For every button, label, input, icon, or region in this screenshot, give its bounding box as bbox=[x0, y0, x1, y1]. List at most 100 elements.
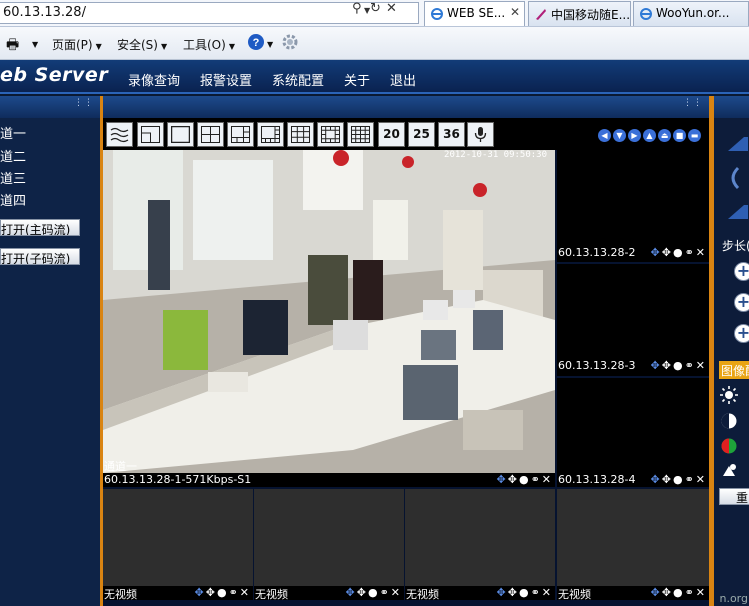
channel-item-3[interactable]: 道三 bbox=[0, 168, 26, 187]
layout-36-button[interactable]: 36 bbox=[438, 122, 465, 147]
alarm-icon[interactable]: ✥ bbox=[497, 473, 508, 486]
close-icon[interactable]: ✕ bbox=[391, 586, 402, 599]
gear-icon[interactable] bbox=[281, 33, 299, 54]
motion-icon[interactable]: ✥ bbox=[508, 473, 519, 486]
close-icon[interactable]: ✕ bbox=[542, 586, 553, 599]
menu-alarm-settings[interactable]: 报警设置 bbox=[200, 70, 252, 89]
reset-button[interactable]: 重 bbox=[719, 488, 749, 505]
saturation-icon[interactable] bbox=[720, 437, 738, 455]
tools-menu[interactable]: 工具(O) ▼ bbox=[183, 36, 235, 53]
record-icon[interactable]: ● bbox=[673, 246, 685, 259]
audio-icon[interactable]: ⚭ bbox=[685, 246, 696, 259]
layout-16-button[interactable] bbox=[347, 122, 374, 147]
record-icon[interactable]: ● bbox=[519, 473, 531, 486]
video-cell-6[interactable]: 无视频 ✥✥●⚭✕ bbox=[254, 489, 404, 600]
record-icon[interactable]: ● bbox=[673, 359, 685, 372]
record-icon[interactable]: ● bbox=[673, 473, 685, 486]
ptz-down-arrow-icon[interactable] bbox=[724, 199, 748, 223]
ptz-down-icon[interactable]: ▼ bbox=[613, 129, 626, 142]
video-cell-5[interactable]: 无视频 ✥✥●⚭✕ bbox=[103, 489, 253, 600]
layout-fullscreen-button[interactable] bbox=[106, 122, 133, 147]
chevron-down-icon[interactable]: ▼ bbox=[267, 40, 273, 49]
alarm-icon[interactable]: ✥ bbox=[651, 586, 662, 599]
layout-pip-button[interactable] bbox=[137, 122, 164, 147]
layout-9-button[interactable] bbox=[287, 122, 314, 147]
layout-4-button[interactable] bbox=[197, 122, 224, 147]
motion-icon[interactable]: ✥ bbox=[508, 586, 519, 599]
close-icon[interactable]: ✕ bbox=[696, 473, 707, 486]
audio-icon[interactable]: ⚭ bbox=[531, 586, 542, 599]
alarm-icon[interactable]: ✥ bbox=[497, 586, 508, 599]
video-cell-3[interactable]: 60.13.13.28-3 ✥✥●⚭✕ bbox=[557, 264, 709, 376]
layout-1-button[interactable] bbox=[167, 122, 194, 147]
chevron-down-icon[interactable]: ▼ bbox=[32, 40, 38, 49]
close-icon[interactable]: ✕ bbox=[542, 473, 553, 486]
alarm-icon[interactable]: ✥ bbox=[346, 586, 357, 599]
channel-item-4[interactable]: 道四 bbox=[0, 190, 26, 209]
alarm-icon[interactable]: ✥ bbox=[651, 359, 662, 372]
ptz-center-icon[interactable] bbox=[724, 166, 748, 190]
audio-icon[interactable]: ⚭ bbox=[685, 359, 696, 372]
ptz-eject-icon[interactable]: ⏏ bbox=[658, 129, 671, 142]
layout-6-button[interactable] bbox=[227, 122, 254, 147]
menu-about[interactable]: 关于 bbox=[344, 70, 370, 89]
ptz-stop-icon[interactable]: ■ bbox=[673, 129, 686, 142]
motion-icon[interactable]: ✥ bbox=[662, 473, 673, 486]
zoom-in-button[interactable]: + bbox=[734, 262, 749, 281]
page-menu[interactable]: 页面(P) ▼ bbox=[52, 36, 102, 53]
close-icon[interactable]: ✕ bbox=[696, 246, 707, 259]
focus-in-button[interactable]: + bbox=[734, 293, 749, 312]
video-cell-7[interactable]: 无视频 ✥✥●⚭✕ bbox=[405, 489, 555, 600]
video-cell-2[interactable]: 60.13.13.28-2 ✥✥●⚭✕ bbox=[557, 150, 709, 262]
motion-icon[interactable]: ✥ bbox=[357, 586, 368, 599]
close-icon[interactable]: ✕ bbox=[696, 359, 707, 372]
motion-icon[interactable]: ✥ bbox=[662, 359, 673, 372]
audio-icon[interactable]: ⚭ bbox=[685, 473, 696, 486]
video-cell-4[interactable]: 60.13.13.28-4 ✥✥●⚭✕ bbox=[557, 378, 709, 487]
video-cell-8[interactable]: 无视频 ✥✥●⚭✕ bbox=[557, 489, 709, 600]
ptz-up-icon[interactable]: ▲ bbox=[643, 129, 656, 142]
close-tab-icon[interactable]: ✕ bbox=[510, 5, 520, 19]
alarm-icon[interactable]: ✥ bbox=[195, 586, 206, 599]
ptz-left-icon[interactable]: ◀ bbox=[598, 129, 611, 142]
microphone-button[interactable] bbox=[467, 122, 494, 147]
open-main-stream-button[interactable]: 打开(主码流) bbox=[0, 219, 80, 236]
stop-icon[interactable]: ✕ bbox=[386, 1, 397, 16]
layout-25-button[interactable]: 25 bbox=[408, 122, 435, 147]
menu-logout[interactable]: 退出 bbox=[390, 70, 416, 89]
print-icon[interactable]: 🖶 bbox=[6, 34, 19, 58]
ptz-close-icon[interactable]: ▬ bbox=[688, 129, 701, 142]
motion-icon[interactable]: ✥ bbox=[662, 586, 673, 599]
audio-icon[interactable]: ⚭ bbox=[531, 473, 542, 486]
layout-13-button[interactable] bbox=[317, 122, 344, 147]
ptz-right-icon[interactable]: ▶ bbox=[628, 129, 641, 142]
layout-20-button[interactable]: 20 bbox=[378, 122, 405, 147]
menu-system-config[interactable]: 系统配置 bbox=[272, 70, 324, 89]
open-sub-stream-button[interactable]: 打开(子码流) bbox=[0, 248, 80, 265]
record-icon[interactable]: ● bbox=[368, 586, 380, 599]
alarm-icon[interactable]: ✥ bbox=[651, 246, 662, 259]
help-icon[interactable]: ? bbox=[247, 33, 265, 54]
channel-item-1[interactable]: 道一 bbox=[0, 123, 26, 142]
menu-record-query[interactable]: 录像查询 bbox=[128, 70, 180, 89]
channel-item-2[interactable]: 道二 bbox=[0, 146, 26, 165]
contrast-icon[interactable] bbox=[720, 412, 738, 430]
refresh-icon[interactable]: ↻ bbox=[370, 1, 381, 16]
iris-open-button[interactable]: + bbox=[734, 324, 749, 343]
ptz-up-arrow-icon[interactable] bbox=[724, 133, 748, 157]
alarm-icon[interactable]: ✥ bbox=[651, 473, 662, 486]
tab-wooyun[interactable]: WooYun.or... bbox=[633, 1, 749, 26]
search-icon[interactable]: ⚲ bbox=[352, 1, 362, 16]
drag-grip-icon[interactable]: ⋮⋮ bbox=[74, 99, 93, 113]
audio-icon[interactable]: ⚭ bbox=[229, 586, 240, 599]
close-icon[interactable]: ✕ bbox=[696, 586, 707, 599]
audio-icon[interactable]: ⚭ bbox=[380, 586, 391, 599]
video-cell-main[interactable]: 2012-10-31 09:50:30 通道一 60.13.13.28-1-57… bbox=[103, 150, 555, 487]
record-icon[interactable]: ● bbox=[673, 586, 685, 599]
brightness-icon[interactable] bbox=[720, 386, 738, 404]
record-icon[interactable]: ● bbox=[519, 586, 531, 599]
motion-icon[interactable]: ✥ bbox=[662, 246, 673, 259]
tab-web-server[interactable]: WEB SE... ✕ bbox=[424, 1, 525, 26]
record-icon[interactable]: ● bbox=[217, 586, 229, 599]
close-icon[interactable]: ✕ bbox=[240, 586, 251, 599]
